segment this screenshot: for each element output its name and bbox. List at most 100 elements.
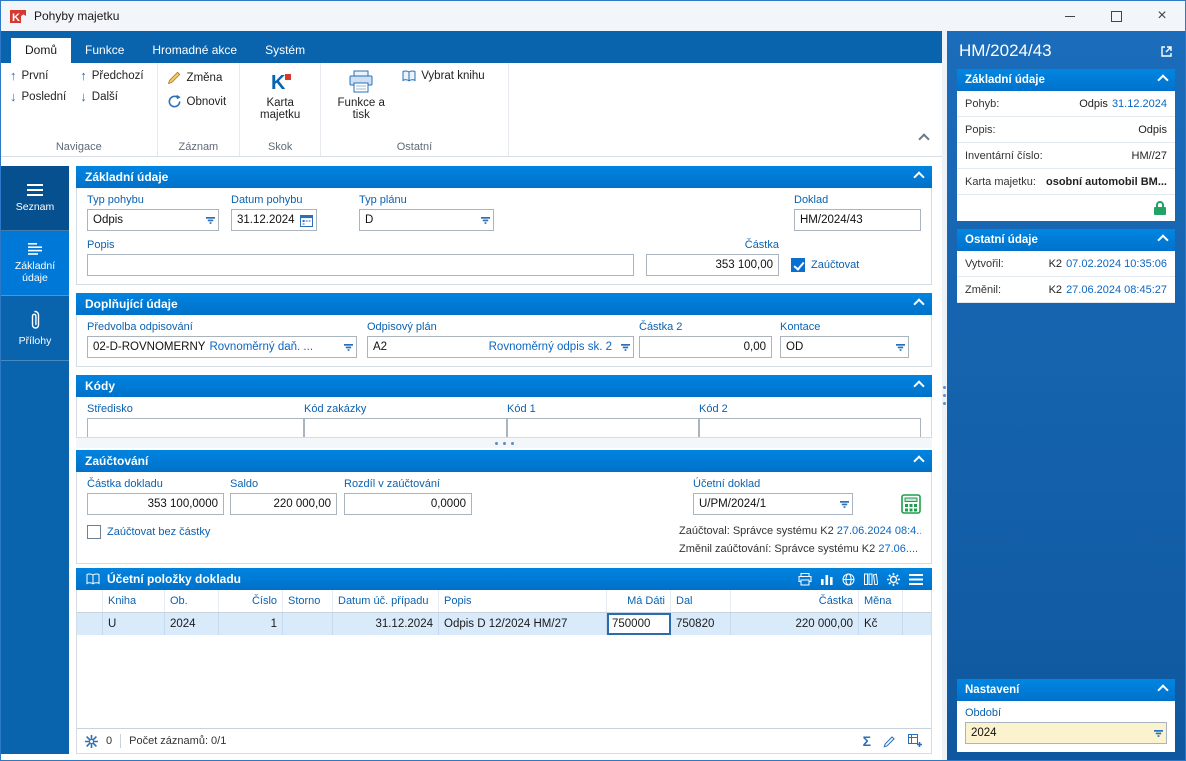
open-in-window-button[interactable] — [1160, 45, 1173, 58]
edit-button[interactable] — [883, 735, 896, 748]
chevron-down-icon[interactable] — [477, 210, 493, 230]
panel-section-header[interactable]: Nastavení — [957, 679, 1175, 701]
cell-kniha[interactable]: U — [103, 613, 165, 635]
select-book-button[interactable]: Vybrat knihu — [402, 70, 485, 82]
chevron-up-icon[interactable] — [1157, 234, 1169, 246]
zauctovat-checkbox[interactable] — [791, 258, 805, 272]
maximize-button[interactable] — [1093, 1, 1139, 31]
section-header-zauctovani[interactable]: Zaúčtování — [76, 450, 932, 472]
chevron-down-icon[interactable] — [340, 337, 356, 357]
cell-dal[interactable]: 750820 — [671, 613, 731, 635]
column-cislo[interactable]: Číslo — [219, 590, 283, 612]
tab-domu[interactable]: Domů — [11, 38, 72, 63]
minimize-button[interactable] — [1047, 1, 1093, 31]
sidebar-item-seznam[interactable]: Seznam — [1, 166, 69, 231]
chevron-up-icon[interactable] — [913, 455, 925, 467]
cell-mena[interactable]: Kč — [859, 613, 903, 635]
column-kniha[interactable]: Kniha — [103, 590, 165, 612]
chevron-up-icon[interactable] — [1157, 684, 1169, 696]
asset-card-button[interactable]: K Karta majetku — [249, 70, 311, 138]
castka-input[interactable] — [646, 254, 779, 276]
settings-button[interactable] — [887, 572, 900, 586]
chevron-up-icon[interactable] — [913, 298, 925, 310]
chart-button[interactable] — [821, 573, 833, 585]
chevron-down-icon[interactable] — [836, 494, 852, 514]
cell-ob[interactable]: 2024 — [165, 613, 219, 635]
castka-dokladu-input[interactable] — [87, 493, 224, 515]
close-button[interactable]: × — [1139, 1, 1185, 31]
print-button[interactable] — [798, 572, 812, 586]
stredisko-input[interactable] — [87, 418, 304, 437]
chevron-down-icon[interactable] — [892, 337, 908, 357]
refresh-button[interactable]: Obnovit — [167, 94, 226, 109]
next-button[interactable]: ↓ Další — [80, 90, 143, 103]
odpisovy-plan-select[interactable]: A2 Rovnoměrný odpis sk. 2 — [367, 336, 634, 358]
add-table-button[interactable] — [908, 734, 923, 748]
cell-datum[interactable]: 31.12.2024 — [333, 613, 439, 635]
change-button[interactable]: Změna — [167, 70, 227, 85]
section-header-doplnujici-udaje[interactable]: Doplňující údaje — [76, 293, 932, 315]
column-storno[interactable]: Storno — [283, 590, 333, 612]
web-button[interactable] — [842, 573, 855, 586]
last-button[interactable]: ↓ Poslední — [10, 90, 66, 103]
section-header-zakladni-udaje[interactable]: Základní údaje — [76, 166, 932, 188]
right-panel: HM/2024/43 Základní údaje Pohyb: Odpis 31.… — [947, 31, 1185, 760]
tab-system[interactable]: Systém — [251, 38, 319, 63]
castka2-input[interactable] — [639, 336, 772, 358]
predvolba-select[interactable]: 02-D-ROVNOMĚRNÝ Rovnoměrný daň. ... — [87, 336, 357, 358]
column-castka[interactable]: Částka — [731, 590, 859, 612]
column-mena[interactable]: Měna — [859, 590, 903, 612]
rozdil-input[interactable] — [344, 493, 472, 515]
popis-input[interactable] — [87, 254, 634, 276]
cell-storno[interactable] — [283, 613, 333, 635]
chevron-up-icon[interactable] — [913, 380, 925, 392]
menu-button[interactable] — [909, 573, 923, 585]
prev-button[interactable]: ↑ Předchozí — [80, 69, 143, 82]
saldo-input[interactable] — [230, 493, 337, 515]
sidebar-item-zakladni-udaje[interactable]: Základní údaje — [1, 231, 69, 296]
calendar-icon[interactable] — [300, 214, 313, 227]
column-datum[interactable]: Datum úč. případu — [333, 590, 439, 612]
column-ma-dati[interactable]: Má Dáti — [607, 590, 671, 612]
chevron-down-icon[interactable] — [1150, 723, 1166, 743]
bez-castky-checkbox[interactable] — [87, 525, 101, 539]
kod1-input[interactable] — [507, 418, 699, 437]
panel-section-header[interactable]: Základní údaje — [957, 69, 1175, 91]
kod2-input[interactable] — [699, 418, 921, 437]
panel-section-header[interactable]: Ostatní údaje — [957, 229, 1175, 251]
tab-hromadne-akce[interactable]: Hromadné akce — [138, 38, 251, 63]
cell-popis[interactable]: Odpis D 12/2024 HM/27 — [439, 613, 607, 635]
column-dal[interactable]: Dal — [671, 590, 731, 612]
cell-castka[interactable]: 220 000,00 — [731, 613, 859, 635]
datum-pohybu-input[interactable]: 31.12.2024 — [231, 209, 317, 231]
first-button[interactable]: ↑ První — [10, 69, 66, 82]
cell-ma-dati-selected[interactable]: 750000 — [607, 613, 671, 635]
typ-pohybu-select[interactable]: Odpis — [87, 209, 219, 231]
chevron-down-icon[interactable] — [202, 210, 218, 230]
filter-button[interactable] — [85, 734, 98, 748]
functions-print-button[interactable]: Funkce a tisk — [330, 70, 392, 138]
kod-zakazky-input[interactable] — [304, 418, 507, 437]
ucetni-doklad-select[interactable]: U/PM/2024/1 — [693, 493, 853, 515]
datum-pohybu-field: Datum pohybu 31.12.2024 — [231, 194, 317, 231]
printer-icon — [349, 70, 373, 93]
chevron-up-icon[interactable] — [1157, 74, 1169, 86]
typ-planu-select[interactable]: D — [359, 209, 494, 231]
tab-funkce[interactable]: Funkce — [71, 38, 138, 63]
horizontal-splitter[interactable] — [76, 438, 932, 448]
sum-button[interactable]: Σ — [863, 733, 871, 749]
library-button[interactable] — [864, 573, 878, 585]
sidebar-item-prilohy[interactable]: Přílohy — [1, 296, 69, 361]
chevron-up-icon[interactable] — [913, 171, 925, 183]
chevron-down-icon[interactable] — [617, 337, 633, 357]
cell-cislo[interactable]: 1 — [219, 613, 283, 635]
table-row[interactable]: U 2024 1 31.12.2024 Odpis D 12/2024 HM/2… — [77, 613, 931, 635]
calculator-button[interactable] — [901, 494, 921, 514]
obdobi-select[interactable]: 2024 — [965, 722, 1167, 744]
kontace-select[interactable]: OD — [780, 336, 909, 358]
collapse-ribbon-button[interactable] — [918, 130, 930, 148]
section-header-kody[interactable]: Kódy — [76, 375, 932, 397]
doklad-input[interactable] — [794, 209, 921, 231]
column-ob[interactable]: Ob. — [165, 590, 219, 612]
column-popis[interactable]: Popis — [439, 590, 607, 612]
